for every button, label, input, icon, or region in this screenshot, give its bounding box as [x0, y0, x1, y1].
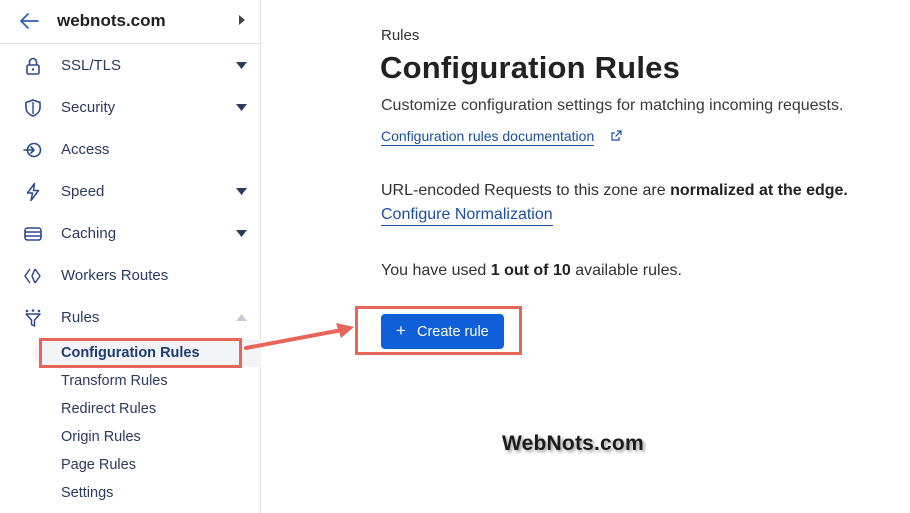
sidebar-subitem-transform-rules[interactable]: Transform Rules — [61, 373, 168, 389]
external-link-icon[interactable] — [610, 129, 623, 142]
sidebar-item-label: SSL/TLS — [61, 57, 122, 74]
sidebar-item-access[interactable]: Access — [0, 132, 261, 168]
chevron-down-icon — [236, 104, 247, 111]
back-arrow-icon[interactable] — [18, 11, 40, 31]
sidebar-item-label: Access — [61, 141, 110, 158]
create-rule-button[interactable]: + Create rule — [381, 314, 504, 349]
documentation-link[interactable]: Configuration rules documentation — [381, 128, 595, 146]
sidebar-item-label: Security — [61, 99, 116, 116]
usage-prefix: You have used — [381, 262, 491, 279]
sidebar-subitem-settings[interactable]: Settings — [61, 485, 113, 501]
watermark: WebNots.com — [502, 432, 644, 455]
sidebar-item-label: Speed — [61, 183, 105, 200]
sidebar-item-security[interactable]: Security — [0, 90, 261, 126]
sidebar-subitem-redirect-rules[interactable]: Redirect Rules — [61, 401, 156, 417]
sidebar-item-label: Caching — [61, 225, 117, 242]
sidebar-item-speed[interactable]: Speed — [0, 174, 261, 210]
lightning-icon — [26, 182, 40, 202]
sidebar-item-workers-routes[interactable]: Workers Routes — [0, 258, 261, 294]
normalization-text-bold: normalized at the edge. — [670, 182, 848, 199]
sidebar-item-rules[interactable]: Rules — [0, 300, 261, 336]
lock-icon — [26, 57, 40, 75]
usage-count: 1 out of 10 — [490, 262, 571, 279]
chevron-down-icon — [236, 62, 247, 69]
normalization-text-prefix: URL-encoded Requests to this zone are — [381, 182, 671, 199]
storage-icon — [24, 227, 42, 241]
create-rule-label: Create rule — [417, 324, 489, 340]
annotation-highlight-sidebar — [39, 338, 242, 368]
plus-icon: + — [396, 321, 406, 340]
sidebar-item-ssl-tls[interactable]: SSL/TLS — [0, 48, 261, 84]
site-name[interactable]: webnots.com — [57, 11, 166, 31]
site-header: webnots.com — [0, 0, 261, 44]
sidebar: webnots.com SSL/TLS Security Access Spee… — [0, 0, 261, 513]
page-title: Configuration Rules — [380, 50, 681, 85]
chevron-right-icon[interactable] — [238, 15, 246, 25]
rules-usage-text: You have used 1 out of 10 available rule… — [381, 262, 682, 280]
breadcrumb[interactable]: Rules — [381, 27, 419, 44]
annotation-arrow — [244, 323, 354, 350]
sidebar-item-caching[interactable]: Caching — [0, 216, 261, 252]
shield-icon — [25, 99, 41, 117]
workers-icon — [24, 268, 41, 284]
usage-suffix: available rules. — [570, 262, 682, 279]
sidebar-subitem-page-rules[interactable]: Page Rules — [61, 457, 136, 473]
sidebar-subitem-origin-rules[interactable]: Origin Rules — [61, 429, 141, 445]
access-icon — [23, 142, 42, 158]
sidebar-item-label: Workers Routes — [61, 267, 169, 284]
page-subtitle: Customize configuration settings for mat… — [381, 97, 844, 114]
chevron-down-icon — [236, 230, 247, 237]
sidebar-item-label: Rules — [61, 309, 100, 326]
configure-normalization-link[interactable]: Configure Normalization — [381, 206, 553, 226]
normalization-text: URL-encoded Requests to this zone are no… — [381, 182, 848, 200]
chevron-down-icon — [236, 188, 247, 195]
funnel-icon — [25, 309, 41, 327]
